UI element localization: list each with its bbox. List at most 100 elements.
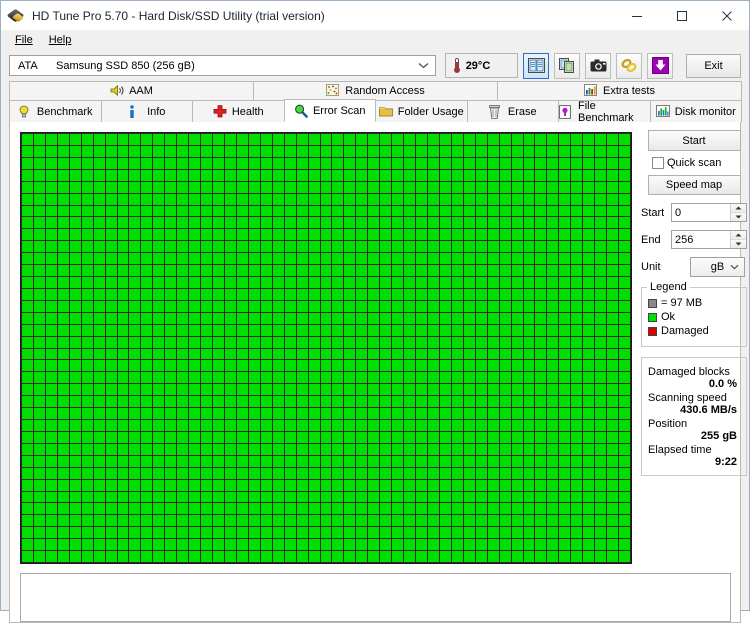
disk-block bbox=[487, 467, 499, 479]
disk-block bbox=[236, 312, 248, 324]
disk-block bbox=[535, 265, 547, 276]
disk-block bbox=[189, 551, 201, 562]
scanning-speed-label: Scanning speed bbox=[648, 392, 727, 404]
menu-help[interactable]: Help bbox=[42, 32, 81, 48]
disk-block bbox=[260, 360, 272, 372]
tab-benchmark[interactable]: Benchmark bbox=[9, 100, 102, 122]
disk-block bbox=[451, 348, 463, 360]
disk-block bbox=[475, 396, 487, 408]
disk-block bbox=[201, 491, 213, 503]
menu-file[interactable]: File bbox=[8, 32, 42, 48]
disk-block bbox=[607, 443, 619, 455]
disk-block bbox=[607, 145, 619, 157]
disk-block bbox=[595, 265, 607, 276]
disk-block bbox=[33, 253, 45, 265]
range-end-increment[interactable] bbox=[731, 231, 746, 239]
range-start-field[interactable]: 0 bbox=[671, 203, 747, 222]
disk-block bbox=[583, 169, 595, 181]
disk-block bbox=[189, 384, 201, 396]
disk-block bbox=[404, 360, 416, 372]
disk-block bbox=[189, 229, 201, 241]
close-button[interactable] bbox=[704, 1, 749, 30]
disk-block bbox=[404, 372, 416, 384]
disk-block bbox=[189, 503, 201, 515]
disk-block bbox=[380, 169, 392, 181]
minimize-button[interactable] bbox=[614, 1, 659, 30]
disk-block bbox=[535, 277, 547, 288]
disk-block bbox=[380, 539, 392, 551]
disk-block bbox=[368, 479, 380, 491]
disk-block bbox=[332, 205, 344, 217]
quick-scan-checkbox[interactable] bbox=[652, 157, 664, 169]
disk-block bbox=[296, 288, 308, 300]
disk-block bbox=[559, 491, 571, 503]
link-button[interactable] bbox=[616, 52, 642, 79]
damaged-blocks-label: Damaged blocks bbox=[648, 366, 730, 378]
start-button[interactable]: Start bbox=[647, 130, 741, 151]
disk-block bbox=[69, 515, 81, 527]
disk-block bbox=[332, 360, 344, 372]
disk-block bbox=[236, 324, 248, 336]
disk-block bbox=[141, 467, 153, 479]
disk-block bbox=[559, 217, 571, 229]
tab-file-benchmark[interactable]: File Benchmark bbox=[558, 100, 651, 124]
drive-select[interactable]: ATA Samsung SSD 850 (256 gB) bbox=[9, 55, 436, 76]
disk-block bbox=[559, 396, 571, 408]
disk-block bbox=[380, 134, 392, 145]
disk-block bbox=[141, 527, 153, 539]
disk-block bbox=[427, 277, 439, 288]
disk-block bbox=[619, 431, 630, 443]
disk-block bbox=[93, 420, 105, 431]
tab-erase[interactable]: Erase bbox=[466, 100, 559, 122]
range-start-decrement[interactable] bbox=[731, 212, 746, 221]
tab-random-access[interactable]: Random Access bbox=[253, 81, 498, 100]
tab-disk-monitor[interactable]: Disk monitor bbox=[649, 100, 742, 122]
random-access-icon bbox=[326, 84, 340, 98]
log-output-box[interactable] bbox=[20, 573, 731, 622]
disk-block bbox=[571, 217, 583, 229]
disk-block bbox=[463, 515, 475, 527]
copy-screenshot-button[interactable] bbox=[554, 52, 580, 79]
disk-block bbox=[224, 145, 236, 157]
elapsed-time-label: Elapsed time bbox=[648, 444, 712, 456]
disk-block bbox=[165, 241, 177, 253]
quick-scan-row[interactable]: Quick scan bbox=[641, 157, 747, 169]
disk-block bbox=[189, 396, 201, 408]
block-map[interactable] bbox=[20, 132, 632, 564]
tab-folder-usage[interactable]: Folder Usage bbox=[375, 100, 468, 122]
range-start-increment[interactable] bbox=[731, 204, 746, 212]
disk-block bbox=[177, 217, 189, 229]
tab-extra-tests[interactable]: Extra tests bbox=[497, 81, 742, 100]
disk-block bbox=[356, 408, 368, 419]
tab-info[interactable]: Info bbox=[100, 100, 193, 122]
disk-block bbox=[511, 277, 523, 288]
tab-error-scan[interactable]: Error Scan bbox=[283, 99, 376, 122]
disk-block bbox=[619, 324, 630, 336]
disk-block bbox=[224, 181, 236, 193]
tab-aam[interactable]: AAM bbox=[9, 81, 254, 100]
disk-block bbox=[224, 420, 236, 431]
disk-block bbox=[248, 205, 260, 217]
download-button[interactable] bbox=[647, 52, 673, 79]
range-end-decrement[interactable] bbox=[731, 239, 746, 248]
disk-block bbox=[368, 384, 380, 396]
range-end-stepper[interactable] bbox=[730, 231, 746, 248]
copy-info-button[interactable] bbox=[523, 52, 549, 79]
disk-block bbox=[463, 396, 475, 408]
range-start-stepper[interactable] bbox=[730, 204, 746, 221]
range-end-field[interactable]: 256 bbox=[671, 230, 747, 249]
disk-block bbox=[416, 169, 427, 181]
disk-block bbox=[189, 300, 201, 312]
disk-block bbox=[451, 300, 463, 312]
disk-block bbox=[475, 479, 487, 491]
unit-select[interactable]: gB bbox=[690, 257, 745, 277]
disk-block bbox=[416, 312, 427, 324]
disk-block bbox=[511, 372, 523, 384]
exit-button[interactable]: Exit bbox=[686, 53, 741, 78]
tab-health[interactable]: Health bbox=[192, 100, 285, 122]
speed-map-button[interactable]: Speed map bbox=[647, 175, 741, 195]
maximize-button[interactable] bbox=[659, 1, 704, 30]
save-screenshot-button[interactable] bbox=[585, 52, 611, 79]
disk-block bbox=[177, 241, 189, 253]
disk-block bbox=[511, 312, 523, 324]
